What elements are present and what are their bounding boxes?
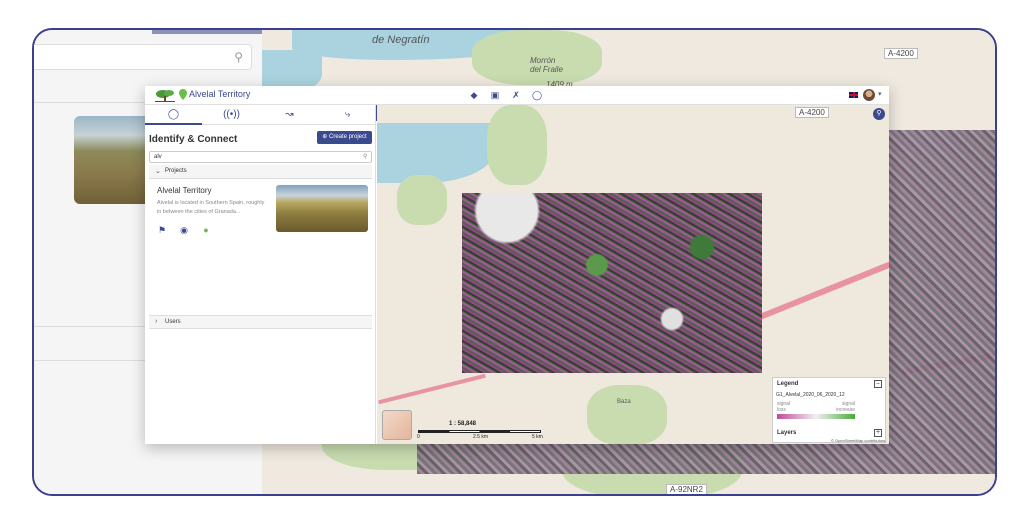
raster-layer bbox=[462, 193, 762, 373]
sidebar: ◯ ((•)) ↝ ⤷ Identify & Connect ⊕ Create … bbox=[145, 105, 376, 444]
location-pin-icon bbox=[179, 89, 187, 100]
legend-gain-label: signal increase bbox=[836, 401, 855, 413]
project-search-input[interactable]: alv bbox=[149, 151, 372, 163]
reservoir bbox=[262, 50, 322, 90]
plus-icon: ⊕ bbox=[322, 134, 329, 140]
legend-panel: Legend – G1_Alvelal_2020_06_2020_12 sign… bbox=[772, 377, 886, 443]
map-view[interactable]: A-4200 Baza ⚲ 1 : 58,848 0 2.5 km 5 km L… bbox=[377, 105, 889, 444]
avatar[interactable] bbox=[863, 89, 875, 101]
linkedin-icon[interactable]: ▣ bbox=[490, 90, 500, 100]
highway bbox=[378, 373, 486, 405]
forest-area bbox=[397, 175, 447, 225]
flag-icon[interactable]: ⚑ bbox=[157, 225, 167, 235]
road-tag: A-92NR2 bbox=[666, 484, 707, 494]
project-thumbnail[interactable] bbox=[276, 185, 368, 232]
forest-area bbox=[487, 105, 547, 185]
tree-logo-icon bbox=[155, 90, 175, 102]
background-thumbnail bbox=[74, 116, 154, 204]
create-project-button[interactable]: ⊕ Create project bbox=[317, 131, 372, 144]
project-description: Alvelal is located in Southern Spain, ro… bbox=[157, 200, 265, 215]
add-layer-icon[interactable]: + bbox=[874, 429, 882, 437]
legend-loss-label: signal loss bbox=[777, 401, 791, 413]
project-card[interactable]: Alvelal Territory Alvelal is located in … bbox=[149, 179, 372, 295]
create-project-label: Create project bbox=[329, 134, 367, 140]
town-label: Baza bbox=[617, 399, 631, 405]
search-icon[interactable]: ⚲ bbox=[363, 153, 367, 160]
sidebar-tabs: ◯ ((•)) ↝ ⤷ bbox=[145, 105, 376, 125]
app-window: Alvelal Territory ◆ ▣ ✗ ◯ ▾ ◯ ((•)) ↝ ⤷ … bbox=[145, 86, 889, 444]
legend-title: Legend bbox=[777, 381, 799, 387]
users-accordion[interactable]: › Users bbox=[149, 315, 372, 329]
map-pin-icon[interactable]: ◉ bbox=[179, 225, 189, 235]
road-tag: A-4200 bbox=[884, 48, 918, 59]
background-search-field: ⚲ bbox=[34, 44, 252, 70]
twitter-icon[interactable]: ◆ bbox=[469, 90, 479, 100]
layers-label: Layers bbox=[777, 430, 797, 436]
scale-label: 0 bbox=[417, 434, 420, 440]
search-icon[interactable]: ⚲ bbox=[873, 108, 885, 120]
x-icon[interactable]: ✗ bbox=[511, 90, 521, 100]
map-label: Morrón del Fraile bbox=[530, 56, 563, 74]
project-title[interactable]: Alvelal Territory bbox=[157, 186, 212, 195]
uk-flag-icon[interactable] bbox=[848, 91, 859, 99]
chevron-right-icon: › bbox=[155, 318, 158, 325]
projects-accordion[interactable]: ⌄ Projects bbox=[149, 165, 372, 179]
scale-label: 5 km bbox=[532, 434, 543, 440]
users-label: Users bbox=[165, 319, 181, 325]
section-title: Identify & Connect bbox=[149, 134, 238, 145]
scale-bar bbox=[418, 430, 541, 433]
tab-chart[interactable]: ↝ bbox=[261, 105, 318, 125]
reservoir bbox=[377, 123, 497, 183]
app-title[interactable]: Alvelal Territory bbox=[189, 89, 250, 99]
background-top-bar bbox=[152, 30, 264, 34]
tab-signal[interactable]: ((•)) bbox=[203, 105, 260, 125]
projects-label: Projects bbox=[165, 168, 187, 174]
basemap-toggle[interactable] bbox=[382, 410, 412, 440]
stage: ⚲ de Negratín Morrón del Fraile 1409 m A… bbox=[0, 0, 1024, 523]
chevron-down-icon[interactable]: ▾ bbox=[878, 90, 882, 98]
tree-icon[interactable]: ● bbox=[201, 225, 211, 235]
legend-color-ramp bbox=[777, 414, 855, 419]
scale-ratio: 1 : 58,848 bbox=[449, 421, 477, 427]
scale-label: 2.5 km bbox=[473, 434, 489, 440]
chevron-down-icon: ⌄ bbox=[155, 168, 161, 175]
map-attribution[interactable]: © OpenStreetMap contributors. bbox=[831, 438, 886, 443]
minimize-icon[interactable]: – bbox=[874, 380, 882, 388]
map-label: de Negratín bbox=[372, 34, 430, 46]
top-navigation: Alvelal Territory ◆ ▣ ✗ ◯ ▾ bbox=[145, 86, 889, 105]
tab-share[interactable]: ⤷ bbox=[319, 105, 376, 125]
search-icon: ⚲ bbox=[234, 50, 243, 64]
tab-chat[interactable]: ◯ bbox=[145, 105, 202, 125]
instagram-icon[interactable]: ◯ bbox=[532, 90, 542, 100]
road-tag: A-4200 bbox=[795, 107, 829, 118]
forest-area bbox=[587, 385, 667, 444]
legend-layer-name: G1_Alvelal_2020_06_2020_12 bbox=[776, 392, 845, 398]
